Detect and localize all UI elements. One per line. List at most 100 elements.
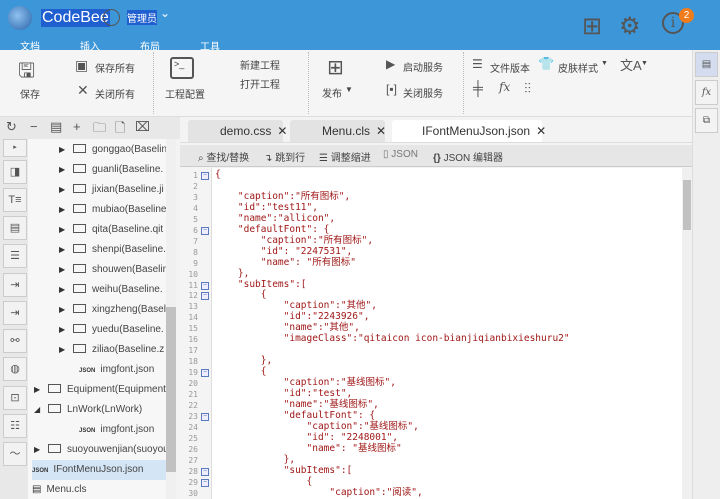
user-icon[interactable] [103,9,120,26]
tree-node[interactable]: JSON imgfont.json [79,420,166,440]
caret-down-icon[interactable]: ▼ [641,60,648,67]
fold-toggle-icon[interactable]: − [201,172,209,180]
json-editor-button[interactable]: {} JSON 编辑器 [433,149,503,164]
expand-arrow-icon[interactable]: ▶ [59,140,69,160]
fold-toggle-icon[interactable]: − [201,226,209,235]
caret-down-icon[interactable]: ▼ [601,60,608,67]
fold-toggle-icon[interactable]: − [201,369,209,378]
new-project-button[interactable]: 新建工程 [240,57,280,72]
fold-toggle-icon[interactable]: − [201,281,209,290]
insert-after-icon[interactable]: ⇥ [3,301,27,325]
refresh-icon[interactable]: ↻ [6,119,17,135]
expand-arrow-icon[interactable]: ▶ [59,240,69,260]
tree-node[interactable]: ▶ yuedu(Baseline. [59,320,166,340]
project-config-button[interactable]: 工程配置 [165,86,205,101]
form-icon[interactable]: ▤ [695,52,718,77]
collapse-icon[interactable]: − [30,119,38,134]
tree-node[interactable]: ▶ xingzheng(Basel [59,300,166,320]
expand-arrow-icon[interactable]: ▶ [59,180,69,200]
tab-ifontmenujson[interactable]: IFontMenuJson.json ✕ [392,120,546,142]
start-service-button[interactable]: 启动服务 [403,59,443,74]
expand-arrow-icon[interactable]: ▶ [34,440,44,460]
tab-menu-cls[interactable]: Menu.cls ✕ [290,120,386,142]
layers-icon[interactable]: ⧉ [695,108,718,133]
tree-node[interactable]: ▶ jixian(Baseline.ji [59,180,166,200]
list-icon[interactable]: ☰ [3,244,27,268]
tree-node[interactable]: JSON imgfont.json [79,360,166,380]
form-icon[interactable]: ▤ [3,216,27,240]
expand-arrow-icon[interactable]: ▶ [59,160,69,180]
translate-icon[interactable]: 文A [620,55,642,74]
json-button[interactable]: ▯ JSON [383,149,418,160]
sliders-icon[interactable]: ⫶⫶ [524,80,531,97]
chart-line-icon[interactable]: 〜 [3,442,27,466]
collapse-arrow-icon[interactable]: ◢ [34,400,44,420]
tree-node[interactable]: ◢ LnWork(LnWork) [34,400,166,420]
expand-arrow-icon[interactable]: ▶ [59,300,69,320]
expand-arrow-icon[interactable]: ▶ [59,200,69,220]
tree-node[interactable]: JSON IFontMenuJson.json [32,460,166,480]
tree-node[interactable]: ▶ shouwen(Baselin [59,260,166,280]
save-icon[interactable]: 🖫 [18,56,35,90]
expand-arrow-icon[interactable]: ▶ [59,320,69,340]
fold-toggle-icon[interactable]: − [201,467,209,476]
close-icon[interactable]: ✕ [376,124,386,138]
tree-node[interactable]: ▶ gonggao(Baseline [59,140,166,160]
save-button[interactable]: 保存 [20,86,40,101]
tree-node[interactable]: ▶ mubiao(Baseline [59,200,166,220]
find-replace-button[interactable]: ⌕ 查找/替换 [198,149,249,164]
palette-icon[interactable]: ◍ [3,357,27,381]
function-icon[interactable]: fx [695,80,718,105]
tree-node[interactable]: ▤ Menu.cls [32,480,166,499]
tree-node[interactable]: ▶ ziliao(Baseline.z [59,340,166,360]
skin-style-button[interactable]: 皮肤样式 [558,60,598,75]
fold-toggle-icon[interactable]: − [201,292,209,301]
save-all-button[interactable]: 保存所有 [95,60,135,75]
user-name[interactable]: 管理员 [127,10,157,25]
rename-icon[interactable]: ⌧ [135,119,150,135]
tree-node[interactable]: ▶ shenpi(Baseline. [59,240,166,260]
copy-icon[interactable]: ▤ [50,119,62,135]
tree-node[interactable]: ▶ suoyouwenjian(suoyou [34,440,166,460]
fold-toggle-icon[interactable]: − [201,412,209,421]
fold-toggle-icon[interactable]: − [201,478,209,487]
code-editor[interactable]: 1−2 3 4 5 6−7 8 9 10 11−12−13 14 15 16 17 18 19−20 21 22… [180,168,682,499]
function-icon[interactable]: fx [499,80,510,94]
tree-scrollbar-thumb[interactable] [166,307,176,472]
expand-arrow-icon[interactable]: ▶ [34,380,44,400]
gear-wrench-icon[interactable]: ⚙ [619,12,641,41]
expand-arrow-icon[interactable]: ▶ [59,220,69,240]
apps-settings-icon[interactable]: ⊞ [582,12,602,41]
panel-icon[interactable]: ◨ [3,160,27,184]
open-project-button[interactable]: 打开工程 [240,76,280,91]
expand-icon[interactable]: ▸ [3,139,27,157]
add-icon[interactable]: + [73,119,81,134]
text-icon[interactable]: T≡ [3,188,27,212]
caret-down-icon[interactable]: ▼ [345,85,353,94]
link-icon[interactable]: ⚯ [3,329,27,353]
format-indent-button[interactable]: ☰ 调整缩进 [319,149,371,164]
focus-icon[interactable]: ⊡ [3,386,27,410]
expand-arrow-icon[interactable]: ▶ [59,280,69,300]
tree-node[interactable]: ▶ Equipment(Equipment [34,380,166,400]
sliders-icon[interactable]: ☷ [3,414,27,438]
new-file-icon[interactable]: 🗋 [115,119,125,141]
align-center-icon[interactable]: ╪ [473,80,483,96]
close-icon[interactable]: ✕ [277,124,287,138]
publish-button[interactable]: 发布 [322,85,342,100]
goto-line-button[interactable]: ↴ 跳到行 [264,149,305,164]
file-version-button[interactable]: 文件版本 [490,60,530,75]
stop-service-button[interactable]: 关闭服务 [403,85,443,100]
chevron-down-icon[interactable]: ⌄ [160,6,170,20]
tree-node[interactable]: ▶ weihu(Baseline. [59,280,166,300]
expand-arrow-icon[interactable]: ▶ [59,340,69,360]
tree-node[interactable]: ▶ qita(Baseline.qit [59,220,166,240]
close-icon[interactable]: ✕ [536,124,546,138]
tree-node[interactable]: ▶ guanli(Baseline. [59,160,166,180]
expand-arrow-icon[interactable]: ▶ [59,260,69,280]
insert-before-icon[interactable]: ⇥ [3,273,27,297]
tab-demo-css[interactable]: demo.css ✕ [188,120,287,142]
editor-scrollbar-thumb[interactable] [683,180,691,230]
close-all-button[interactable]: 关闭所有 [95,86,135,101]
new-folder-icon[interactable]: 🗀 [93,119,106,141]
